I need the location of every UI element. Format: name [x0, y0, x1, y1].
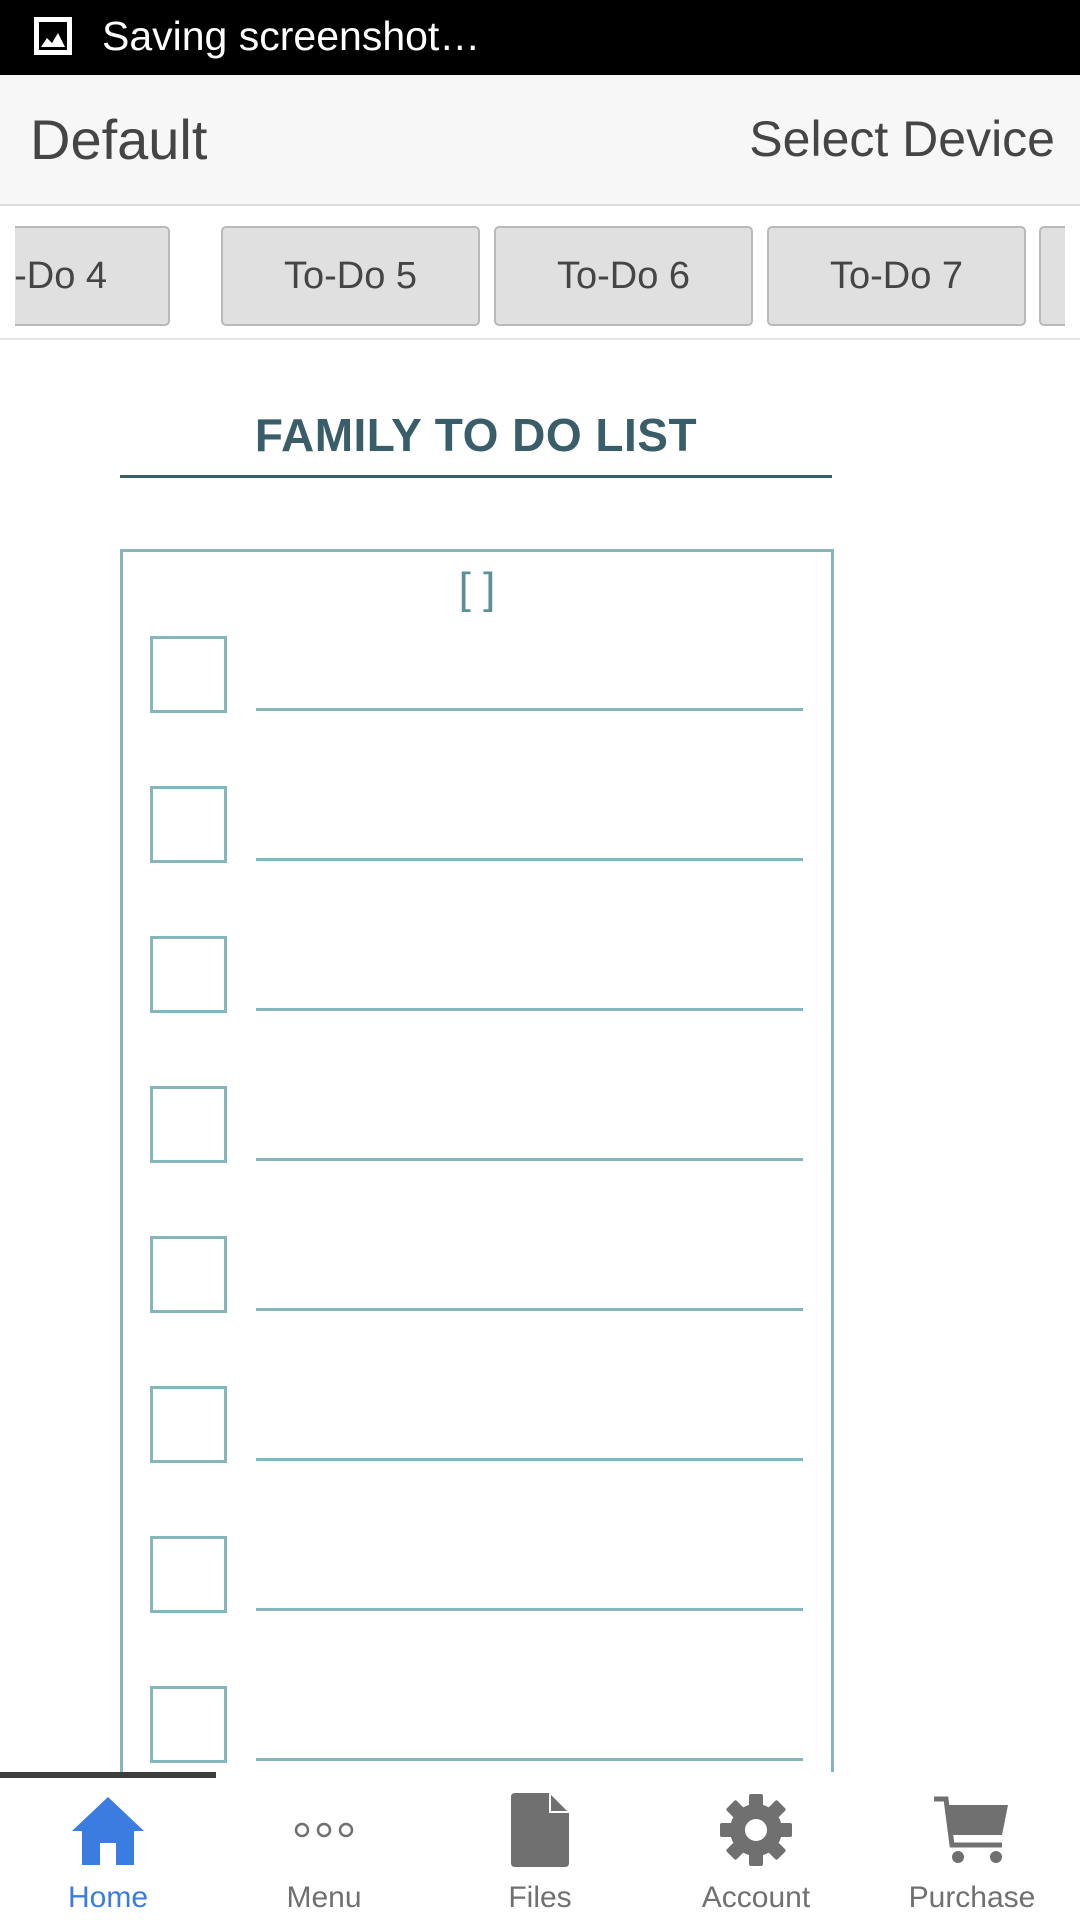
nav-account[interactable]: Account	[648, 1778, 864, 1920]
tab-todo-8[interactable]	[1039, 226, 1065, 326]
tab-label: To-Do 5	[283, 254, 418, 297]
tabs-scroll[interactable]: To-Do 4 To-Do 5 To-Do 6 To-Do 7	[15, 220, 1065, 326]
app-header: Default Select Device	[0, 75, 1080, 206]
tab-label: To-Do 4	[15, 254, 108, 297]
list-title: FAMILY TO DO LIST	[254, 409, 698, 461]
entry-line[interactable]	[256, 708, 803, 711]
entry-line[interactable]	[256, 1308, 803, 1311]
entry-line[interactable]	[256, 1758, 803, 1761]
home-icon	[68, 1790, 148, 1870]
tab-todo-7[interactable]: To-Do 7	[767, 226, 1026, 326]
bracket-placeholder: [ ]	[458, 564, 496, 613]
select-device-button[interactable]: Select Device	[749, 107, 1055, 171]
nav-label: Purchase	[908, 1881, 1036, 1914]
image-icon	[34, 17, 72, 55]
checkbox[interactable]	[150, 936, 227, 1013]
checkbox[interactable]	[150, 1086, 227, 1163]
nav-label: Files	[508, 1881, 572, 1914]
file-icon	[500, 1790, 580, 1870]
entry-line[interactable]	[256, 858, 803, 861]
status-bar: Saving screenshot…	[0, 0, 1080, 75]
checkbox[interactable]	[150, 1686, 227, 1763]
nav-home[interactable]: Home	[0, 1778, 216, 1920]
checkbox[interactable]	[150, 1386, 227, 1463]
entry-line[interactable]	[256, 1158, 803, 1161]
checkbox[interactable]	[150, 1536, 227, 1613]
tab-todo-4[interactable]: To-Do 4	[15, 226, 170, 326]
tab-label: To-Do 6	[556, 254, 691, 297]
bottom-nav: Home Menu Files Account Purchase	[0, 1772, 1080, 1920]
list-title-block: FAMILY TO DO LIST	[120, 400, 832, 478]
nav-menu[interactable]: Menu	[216, 1778, 432, 1920]
tab-todo-6[interactable]: To-Do 6	[494, 226, 753, 326]
nav-label: Home	[67, 1881, 149, 1914]
checkbox[interactable]	[150, 1236, 227, 1313]
profile-title[interactable]: Default	[30, 105, 207, 175]
nav-label: Menu	[286, 1881, 362, 1914]
tab-todo-5[interactable]: To-Do 5	[221, 226, 480, 326]
checkbox[interactable]	[150, 786, 227, 863]
template-tabs: To-Do 4 To-Do 5 To-Do 6 To-Do 7	[0, 206, 1080, 340]
entry-line[interactable]	[256, 1008, 803, 1011]
nav-files[interactable]: Files	[432, 1778, 648, 1920]
gear-icon	[716, 1790, 796, 1870]
more-dots-icon	[284, 1790, 364, 1870]
todo-list-frame[interactable]: [ ]	[120, 549, 834, 1779]
status-text: Saving screenshot…	[102, 13, 481, 59]
tab-label: To-Do 7	[829, 254, 964, 297]
cart-icon	[932, 1790, 1012, 1870]
entry-line[interactable]	[256, 1608, 803, 1611]
nav-label: Account	[701, 1881, 811, 1914]
checkbox[interactable]	[150, 636, 227, 713]
entry-line[interactable]	[256, 1458, 803, 1461]
nav-purchase[interactable]: Purchase	[864, 1778, 1080, 1920]
